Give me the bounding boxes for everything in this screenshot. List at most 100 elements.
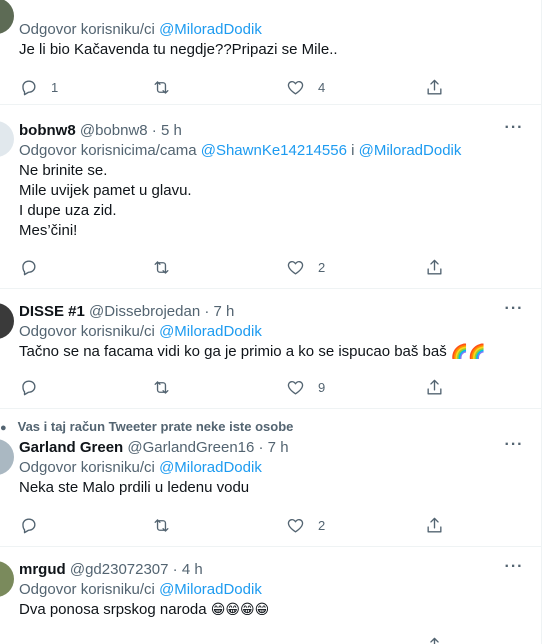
like-button[interactable]: 9 xyxy=(286,377,325,397)
avatar[interactable] xyxy=(0,303,14,339)
reply-button[interactable] xyxy=(19,257,51,277)
tweet-time[interactable]: · 7 h xyxy=(204,303,234,320)
author-name[interactable]: bobnw8 xyxy=(19,122,76,139)
person-icon: ● xyxy=(0,422,7,434)
tweet[interactable]: Odgovor korisniku/ci @MiloradDodik Je li… xyxy=(0,0,541,105)
mention-link[interactable]: @MiloradDodik xyxy=(159,323,262,340)
reply-button[interactable] xyxy=(19,377,51,397)
retweet-button[interactable] xyxy=(152,77,184,97)
reply-label: Odgovor korisniku/ci xyxy=(19,581,155,598)
author-name[interactable]: Garland Green xyxy=(19,439,123,456)
tweet-text: Tačno se na facama vidi ko ga je primio … xyxy=(19,342,526,362)
reply-button[interactable] xyxy=(19,515,51,535)
reply-context: Odgovor korisniku/ci @MiloradDodik xyxy=(19,458,526,478)
tweet-text-line: Mile uvijek pamet u glavu. xyxy=(19,182,192,199)
tweet-actions xyxy=(19,635,449,644)
like-button[interactable]: 2 xyxy=(286,257,325,277)
tweet-text-line: I dupe uza zid. xyxy=(19,202,117,219)
tweet-header: bobnw8 @bobnw8 · 5 h xyxy=(19,120,526,141)
retweet-icon xyxy=(154,518,169,532)
heart-icon xyxy=(287,380,304,395)
tweet-text-line: Dva ponosa srpskog naroda xyxy=(19,601,207,618)
reply-label: Odgovor korisniku/ci xyxy=(19,323,155,340)
mention-link[interactable]: @MiloradDodik xyxy=(159,459,262,476)
share-icon xyxy=(427,379,442,395)
tweet-text-line: Ne brinite se. xyxy=(19,162,108,179)
reply-context: Odgovor korisniku/ci @MiloradDodik xyxy=(19,322,526,342)
share-icon xyxy=(430,637,439,644)
tweet-actions: 9 xyxy=(19,377,449,397)
like-button[interactable]: 4 xyxy=(286,77,325,97)
author-name[interactable]: DISSE #1 xyxy=(19,303,85,320)
tweet-text-line: Je li bio Kačavenda tu negdje??Pripazi s… xyxy=(19,41,338,58)
author-name[interactable]: mrgud xyxy=(19,561,66,578)
tweet[interactable]: mrgud @gd23072307 · 4 h Odgovor korisnik… xyxy=(0,547,541,644)
share-button[interactable] xyxy=(425,635,444,644)
reply-label: Odgovor korisnicima/cama xyxy=(19,142,197,159)
tweet-header: DISSE #1 @Dissebrojedan · 7 h xyxy=(19,301,526,322)
share-button[interactable] xyxy=(425,377,444,397)
avatar[interactable] xyxy=(0,561,14,597)
tweet-actions: 2 xyxy=(19,257,449,277)
avatar[interactable] xyxy=(0,0,14,34)
mention-link[interactable]: @MiloradDodik xyxy=(359,142,462,159)
tweet[interactable]: DISSE #1 @Dissebrojedan · 7 h Odgovor ko… xyxy=(0,289,541,409)
tweet-header: Garland Green @GarlandGreen16 · 7 h xyxy=(19,437,526,458)
tweet-time[interactable]: · 7 h xyxy=(259,439,289,456)
tweet-time[interactable]: · 5 h xyxy=(152,122,182,139)
reply-context: Odgovor korisnicima/cama @ShawnKe1421455… xyxy=(19,141,526,161)
retweet-button[interactable] xyxy=(152,377,184,397)
share-icon xyxy=(427,79,442,95)
author-handle[interactable]: @GarlandGreen16 xyxy=(127,439,254,456)
author-handle[interactable]: @bobnw8 xyxy=(80,122,148,139)
tweet[interactable]: ● Vas i taj račun Tweeter prate neke ist… xyxy=(0,409,541,547)
more-icon[interactable]: ··· xyxy=(504,301,524,322)
tweet-header: mrgud @gd23072307 · 4 h xyxy=(19,559,526,580)
avatar[interactable] xyxy=(0,121,14,157)
more-icon[interactable]: ··· xyxy=(504,559,524,580)
tweet-text-line: Neka ste Malo prdili u ledenu vodu xyxy=(19,479,250,496)
like-count: 2 xyxy=(318,517,326,533)
share-button[interactable] xyxy=(425,515,444,535)
tweet-text: Neka ste Malo prdili u ledenu vodu xyxy=(19,478,526,498)
retweet-icon xyxy=(154,260,169,274)
tweet-text: Dva ponosa srpskog naroda 😁😁😁😁 xyxy=(19,600,526,620)
reply-count: 1 xyxy=(51,79,59,95)
avatar[interactable] xyxy=(0,439,14,475)
tweet-text: Ne brinite se. Mile uvijek pamet u glavu… xyxy=(19,161,526,241)
social-context-text: Vas i taj račun Tweeter prate neke iste … xyxy=(17,419,294,434)
reply-button[interactable]: 1 xyxy=(19,77,58,97)
author-handle[interactable]: @Dissebrojedan xyxy=(89,303,200,320)
mention-link[interactable]: @MiloradDodik xyxy=(159,21,262,38)
reply-conjunction: i xyxy=(351,142,355,159)
rainbow-emoji: 🌈🌈 xyxy=(450,344,486,360)
reply-icon xyxy=(22,379,36,395)
mention-link[interactable]: @MiloradDodik xyxy=(159,581,262,598)
reply-label: Odgovor korisniku/ci xyxy=(19,459,155,476)
share-icon xyxy=(427,517,442,533)
grin-emoji: 😁😁😁😁 xyxy=(210,602,270,618)
like-count: 4 xyxy=(318,79,326,95)
tweet-actions: 1 4 xyxy=(19,77,449,97)
share-button[interactable] xyxy=(425,257,444,277)
retweet-button[interactable] xyxy=(152,515,184,535)
author-handle[interactable]: @gd23072307 xyxy=(70,561,169,578)
share-icon xyxy=(427,259,442,275)
retweet-button[interactable] xyxy=(152,257,184,277)
tweet[interactable]: bobnw8 @bobnw8 · 5 h Odgovor korisnicima… xyxy=(0,105,541,289)
tweet-text-line: Mes’čini! xyxy=(19,222,78,239)
more-icon[interactable]: ··· xyxy=(504,437,524,458)
tweet-text-line: Tačno se na facama vidi ko ga je primio … xyxy=(19,343,447,360)
share-button[interactable] xyxy=(425,77,444,97)
tweet-time[interactable]: · 4 h xyxy=(173,561,203,578)
tweet-actions: 2 xyxy=(19,515,449,535)
like-button[interactable]: 2 xyxy=(286,515,325,535)
heart-icon xyxy=(287,260,304,275)
heart-icon xyxy=(287,80,304,95)
retweet-icon xyxy=(154,380,169,394)
retweet-icon xyxy=(154,80,169,94)
heart-icon xyxy=(287,518,304,533)
mention-link[interactable]: @ShawnKe14214556 xyxy=(201,142,347,159)
reply-icon xyxy=(22,259,36,275)
more-icon[interactable]: ··· xyxy=(504,120,524,141)
